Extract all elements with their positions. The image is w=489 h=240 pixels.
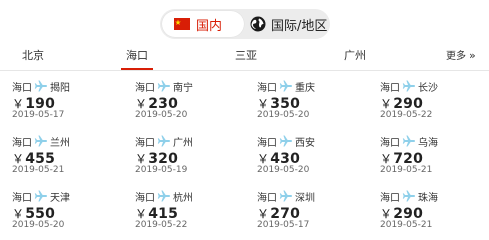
international-label: 国际/地区 bbox=[271, 18, 328, 34]
origin-city: 海口 bbox=[380, 82, 400, 94]
flight-route: 海口 重庆 bbox=[257, 79, 315, 94]
airplane-icon bbox=[157, 190, 170, 202]
flight-deal-card[interactable]: 海口 深圳 ￥270 2019-05-17 bbox=[257, 181, 364, 235]
flight-deal-card[interactable]: 海口 乌海 ￥720 2019-05-21 bbox=[380, 126, 487, 180]
tab-sanya[interactable]: 三亚 bbox=[231, 45, 261, 70]
flight-route: 海口 长沙 bbox=[380, 79, 438, 94]
flight-deal-card[interactable]: 海口 重庆 ￥350 2019-05-20 bbox=[257, 71, 364, 125]
currency-symbol: ￥ bbox=[257, 207, 270, 221]
airplane-icon bbox=[34, 190, 47, 202]
flight-date: 2019-05-21 bbox=[12, 165, 65, 175]
origin-city: 海口 bbox=[135, 82, 155, 94]
origin-city: 海口 bbox=[12, 137, 32, 149]
flight-route: 海口 揭阳 bbox=[12, 79, 70, 94]
flight-date: 2019-05-21 bbox=[380, 220, 433, 230]
flight-deal-card[interactable]: 海口 天津 ￥550 2019-05-20 bbox=[12, 181, 119, 235]
flight-deal-card[interactable]: 海口 揭阳 ￥190 2019-05-17 bbox=[12, 71, 119, 125]
tab-guangzhou[interactable]: 广州 bbox=[340, 45, 370, 70]
destination-city: 珠海 bbox=[418, 192, 438, 204]
destination-city: 天津 bbox=[50, 192, 70, 204]
flight-route: 海口 西安 bbox=[257, 134, 315, 149]
currency-symbol: ￥ bbox=[12, 97, 25, 111]
currency-symbol: ￥ bbox=[135, 97, 148, 111]
airplane-icon bbox=[402, 190, 415, 202]
destination-city: 长沙 bbox=[418, 82, 438, 94]
flight-date: 2019-05-17 bbox=[257, 220, 310, 230]
currency-symbol: ￥ bbox=[257, 97, 270, 111]
flight-route: 海口 南宁 bbox=[135, 79, 193, 94]
destination-city: 西安 bbox=[295, 137, 315, 149]
flight-route: 海口 广州 bbox=[135, 134, 193, 149]
more-arrow-icon: » bbox=[469, 49, 476, 62]
currency-symbol: ￥ bbox=[135, 207, 148, 221]
currency-symbol: ￥ bbox=[12, 152, 25, 166]
flight-date: 2019-05-22 bbox=[380, 110, 433, 120]
flight-deal-card[interactable]: 海口 杭州 ￥415 2019-05-22 bbox=[135, 181, 242, 235]
tab-haikou[interactable]: 海口 bbox=[121, 45, 153, 70]
origin-city: 海口 bbox=[12, 82, 32, 94]
flight-route: 海口 深圳 bbox=[257, 189, 315, 204]
currency-symbol: ￥ bbox=[380, 152, 393, 166]
airplane-icon bbox=[279, 80, 292, 92]
more-label: 更多 bbox=[446, 51, 466, 62]
currency-symbol: ￥ bbox=[257, 152, 270, 166]
origin-city: 海口 bbox=[257, 192, 277, 204]
currency-symbol: ￥ bbox=[135, 152, 148, 166]
international-toggle-button[interactable]: 国际/地区 bbox=[244, 11, 330, 37]
tab-beijing[interactable]: 北京 bbox=[18, 45, 48, 70]
airplane-icon bbox=[34, 80, 47, 92]
airplane-icon bbox=[157, 80, 170, 92]
destination-city: 深圳 bbox=[295, 192, 315, 204]
flight-route: 海口 珠海 bbox=[380, 189, 438, 204]
flight-deal-card[interactable]: 海口 南宁 ￥230 2019-05-20 bbox=[135, 71, 242, 125]
flight-deal-card[interactable]: 海口 广州 ￥320 2019-05-19 bbox=[135, 126, 242, 180]
origin-city: 海口 bbox=[257, 137, 277, 149]
destination-city: 南宁 bbox=[173, 82, 193, 94]
domestic-toggle-button[interactable]: 国内 bbox=[162, 11, 244, 37]
flight-date: 2019-05-21 bbox=[380, 165, 433, 175]
flight-route: 海口 兰州 bbox=[12, 134, 70, 149]
destination-city: 杭州 bbox=[173, 192, 193, 204]
flight-date: 2019-05-20 bbox=[12, 220, 65, 230]
airplane-icon bbox=[34, 135, 47, 147]
globe-icon bbox=[250, 16, 266, 32]
destination-city: 重庆 bbox=[295, 82, 315, 94]
origin-city: 海口 bbox=[135, 192, 155, 204]
flight-date: 2019-05-17 bbox=[12, 110, 65, 120]
origin-city: 海口 bbox=[380, 192, 400, 204]
destination-city: 广州 bbox=[173, 137, 193, 149]
origin-city: 海口 bbox=[257, 82, 277, 94]
flight-deal-card[interactable]: 海口 兰州 ￥455 2019-05-21 bbox=[12, 126, 119, 180]
destination-city: 兰州 bbox=[50, 137, 70, 149]
more-cities-link[interactable]: 更多» bbox=[446, 45, 476, 68]
flight-deal-card[interactable]: 海口 西安 ￥430 2019-05-20 bbox=[257, 126, 364, 180]
city-tabs: 北京 海口 三亚 广州 bbox=[0, 45, 489, 71]
airplane-icon bbox=[157, 135, 170, 147]
china-flag-icon bbox=[174, 18, 190, 30]
flight-route: 海口 杭州 bbox=[135, 189, 193, 204]
origin-city: 海口 bbox=[380, 137, 400, 149]
flight-deal-card[interactable]: 海口 长沙 ￥290 2019-05-22 bbox=[380, 71, 487, 125]
flight-date: 2019-05-19 bbox=[135, 165, 188, 175]
domestic-label: 国内 bbox=[196, 18, 223, 34]
airplane-icon bbox=[279, 190, 292, 202]
airplane-icon bbox=[402, 80, 415, 92]
currency-symbol: ￥ bbox=[380, 207, 393, 221]
flight-route: 海口 乌海 bbox=[380, 134, 438, 149]
currency-symbol: ￥ bbox=[380, 97, 393, 111]
flight-date: 2019-05-22 bbox=[135, 220, 188, 230]
flight-deal-card[interactable]: 海口 珠海 ￥290 2019-05-21 bbox=[380, 181, 487, 235]
destination-city: 乌海 bbox=[418, 137, 438, 149]
currency-symbol: ￥ bbox=[12, 207, 25, 221]
flight-date: 2019-05-20 bbox=[135, 110, 188, 120]
flight-route: 海口 天津 bbox=[12, 189, 70, 204]
flight-date: 2019-05-20 bbox=[257, 165, 310, 175]
destination-city: 揭阳 bbox=[50, 82, 70, 94]
airplane-icon bbox=[402, 135, 415, 147]
origin-city: 海口 bbox=[135, 137, 155, 149]
origin-city: 海口 bbox=[12, 192, 32, 204]
domestic-international-toggle: 国内 国际/地区 bbox=[160, 9, 330, 39]
flight-date: 2019-05-20 bbox=[257, 110, 310, 120]
airplane-icon bbox=[279, 135, 292, 147]
